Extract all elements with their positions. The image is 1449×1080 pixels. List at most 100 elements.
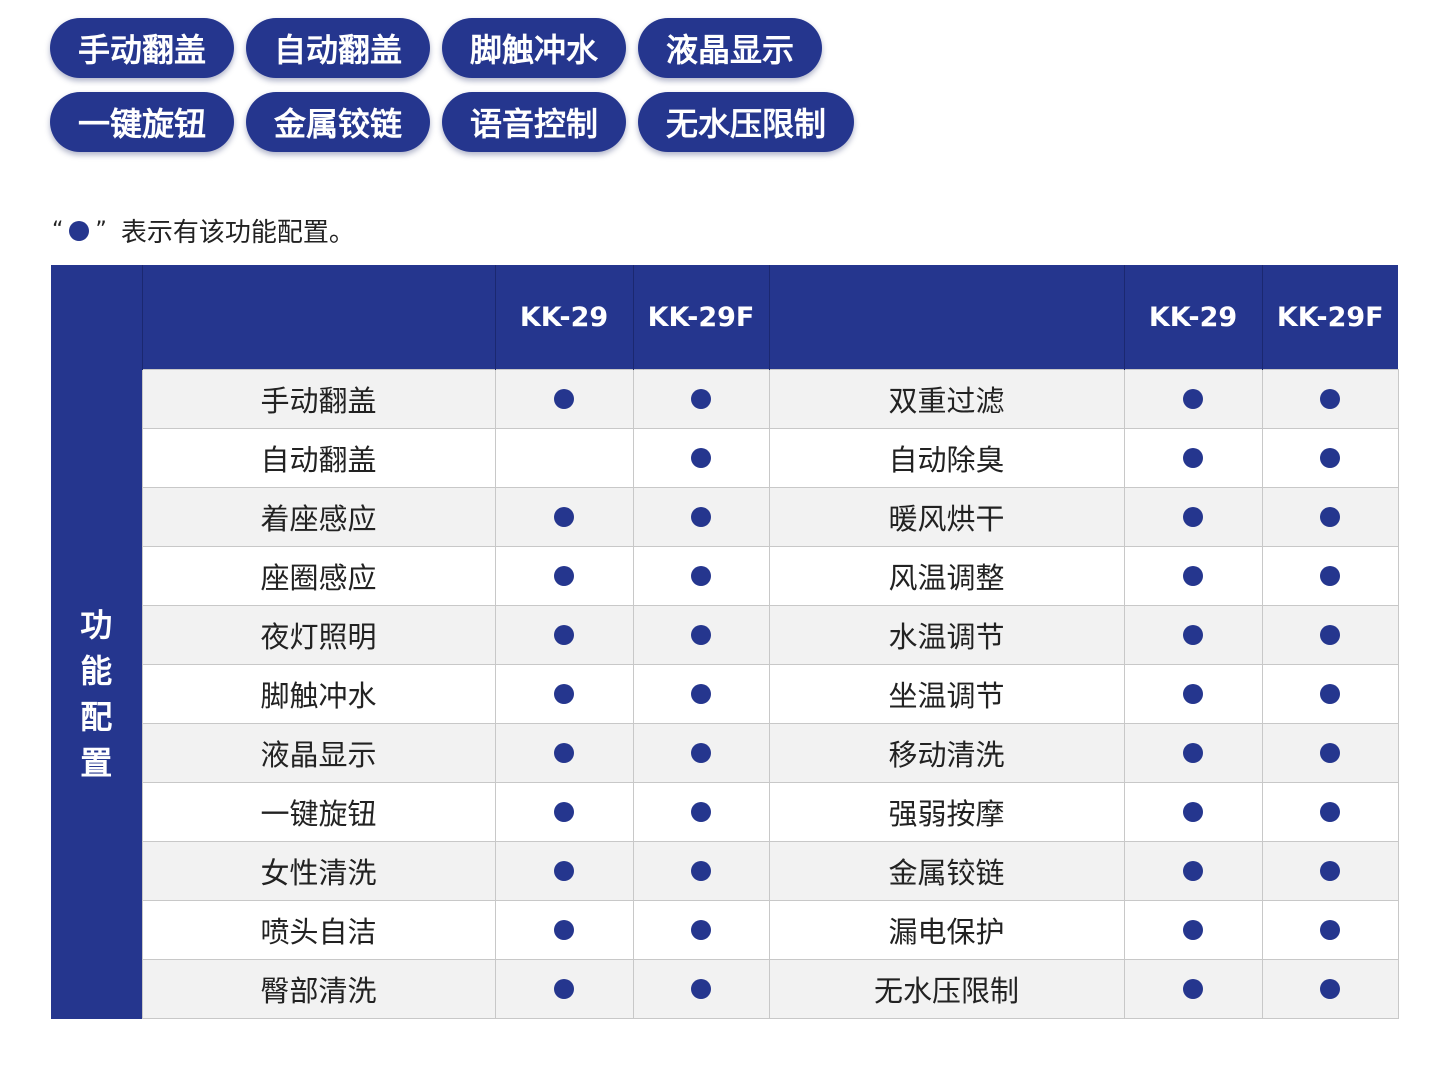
feature-dot-icon bbox=[1183, 389, 1203, 409]
left-feature-name: 一键旋钮 bbox=[141, 782, 495, 842]
left-kk29-cell bbox=[494, 664, 633, 724]
feature-dot-icon bbox=[554, 684, 574, 704]
right-feature-name: 金属铰链 bbox=[768, 841, 1124, 901]
legend-close-quote: ” bbox=[95, 218, 107, 243]
left-feature-name: 自动翻盖 bbox=[141, 428, 495, 488]
right-feature-name: 双重过滤 bbox=[768, 369, 1124, 429]
right-kk29f-cell bbox=[1261, 782, 1399, 842]
right-kk29f-cell bbox=[1261, 428, 1399, 488]
feature-dot-icon bbox=[691, 448, 711, 468]
left-feature-name: 夜灯照明 bbox=[141, 605, 495, 665]
right-feature-name: 无水压限制 bbox=[768, 959, 1124, 1019]
feature-dot-icon bbox=[1183, 566, 1203, 586]
side-label-char: 功 bbox=[80, 606, 113, 644]
feature-dot-icon bbox=[691, 802, 711, 822]
right-kk29f-cell bbox=[1261, 959, 1399, 1019]
feature-dot-icon bbox=[554, 389, 574, 409]
page: 手动翻盖 自动翻盖 脚触冲水 液晶显示 一键旋钮 金属铰链 语音控制 无水压限制… bbox=[0, 0, 1449, 1080]
feature-dot-icon bbox=[691, 684, 711, 704]
feature-dot-icon bbox=[1320, 802, 1340, 822]
feature-dot-icon bbox=[1183, 684, 1203, 704]
right-kk29-cell bbox=[1123, 546, 1262, 606]
right-kk29f-cell bbox=[1261, 841, 1399, 901]
tag-voice-control: 语音控制 bbox=[442, 92, 627, 152]
header-right-kk29f: KK-29F bbox=[1261, 265, 1398, 370]
left-kk29f-cell bbox=[632, 487, 769, 547]
right-kk29-cell bbox=[1123, 959, 1262, 1019]
left-kk29f-cell bbox=[632, 664, 769, 724]
feature-dot-icon bbox=[554, 861, 574, 881]
feature-dot-icon bbox=[554, 507, 574, 527]
legend-open-quote: “ bbox=[52, 218, 64, 243]
feature-dot-icon bbox=[1183, 861, 1203, 881]
feature-dot-icon bbox=[1320, 507, 1340, 527]
tag-auto-flip: 自动翻盖 bbox=[246, 18, 431, 78]
right-kk29-cell bbox=[1123, 487, 1262, 547]
left-feature-name: 臀部清洗 bbox=[141, 959, 495, 1019]
right-kk29f-cell bbox=[1261, 723, 1399, 783]
left-kk29f-cell bbox=[632, 841, 769, 901]
right-kk29-cell bbox=[1123, 841, 1262, 901]
left-feature-name: 液晶显示 bbox=[141, 723, 495, 783]
right-kk29-cell bbox=[1123, 723, 1262, 783]
tag-lcd-display: 液晶显示 bbox=[638, 18, 823, 78]
right-kk29f-cell bbox=[1261, 487, 1399, 547]
feature-dot-icon bbox=[691, 920, 711, 940]
feature-dot-icon bbox=[1320, 625, 1340, 645]
table-row: 座圈感应 风温调整 bbox=[51, 546, 1399, 606]
tag-row-2: 一键旋钮 金属铰链 语音控制 无水压限制 bbox=[50, 92, 855, 152]
left-kk29f-cell bbox=[632, 369, 769, 429]
left-feature-name: 喷头自洁 bbox=[141, 900, 495, 960]
feature-dot-icon bbox=[554, 625, 574, 645]
left-kk29f-cell bbox=[632, 723, 769, 783]
left-feature-name: 女性清洗 bbox=[141, 841, 495, 901]
feature-dot-icon bbox=[691, 861, 711, 881]
right-kk29f-cell bbox=[1261, 664, 1399, 724]
feature-dot-icon bbox=[554, 802, 574, 822]
left-kk29-cell bbox=[494, 723, 633, 783]
right-feature-name: 水温调节 bbox=[768, 605, 1124, 665]
feature-dot-icon bbox=[1183, 448, 1203, 468]
left-kk29-cell bbox=[494, 959, 633, 1019]
feature-dot-icon bbox=[691, 389, 711, 409]
legend-dot-icon bbox=[69, 220, 90, 241]
feature-dot-icon bbox=[1183, 979, 1203, 999]
feature-dot-icon bbox=[554, 743, 574, 763]
left-feature-name: 脚触冲水 bbox=[141, 664, 495, 724]
feature-dot-icon bbox=[554, 979, 574, 999]
header-right-kk29: KK-29 bbox=[1123, 265, 1262, 370]
feature-dot-icon bbox=[1320, 684, 1340, 704]
table-row: 臀部清洗 无水压限制 bbox=[51, 959, 1399, 1019]
feature-dot-icon bbox=[1320, 566, 1340, 586]
feature-dot-icon bbox=[1183, 920, 1203, 940]
header-left-feature bbox=[141, 265, 495, 370]
tag-foot-flush: 脚触冲水 bbox=[442, 18, 627, 78]
header-right-feature bbox=[768, 265, 1124, 370]
feature-dot-icon bbox=[554, 566, 574, 586]
right-feature-name: 坐温调节 bbox=[768, 664, 1124, 724]
left-kk29f-cell bbox=[632, 959, 769, 1019]
side-label: 功能配置 bbox=[51, 369, 142, 1019]
feature-tags: 手动翻盖 自动翻盖 脚触冲水 液晶显示 一键旋钮 金属铰链 语音控制 无水压限制 bbox=[50, 18, 855, 166]
right-kk29f-cell bbox=[1261, 900, 1399, 960]
right-kk29-cell bbox=[1123, 369, 1262, 429]
table-row: 一键旋钮 强弱按摩 bbox=[51, 782, 1399, 842]
feature-dot-icon bbox=[1320, 389, 1340, 409]
left-kk29-cell bbox=[494, 605, 633, 665]
tag-no-pressure-limit: 无水压限制 bbox=[638, 92, 855, 152]
feature-dot-icon bbox=[1320, 448, 1340, 468]
left-feature-name: 着座感应 bbox=[141, 487, 495, 547]
left-kk29-cell bbox=[494, 369, 633, 429]
tag-metal-hinge: 金属铰链 bbox=[246, 92, 431, 152]
side-label-char: 置 bbox=[80, 744, 113, 782]
feature-dot-icon bbox=[1320, 861, 1340, 881]
left-kk29-cell bbox=[494, 487, 633, 547]
table-row: 女性清洗 金属铰链 bbox=[51, 841, 1399, 901]
left-kk29-cell bbox=[494, 782, 633, 842]
right-feature-name: 风温调整 bbox=[768, 546, 1124, 606]
feature-dot-icon bbox=[691, 625, 711, 645]
header-left-kk29f: KK-29F bbox=[632, 265, 769, 370]
feature-dot-icon bbox=[1183, 802, 1203, 822]
feature-dot-icon bbox=[691, 743, 711, 763]
right-feature-name: 强弱按摩 bbox=[768, 782, 1124, 842]
